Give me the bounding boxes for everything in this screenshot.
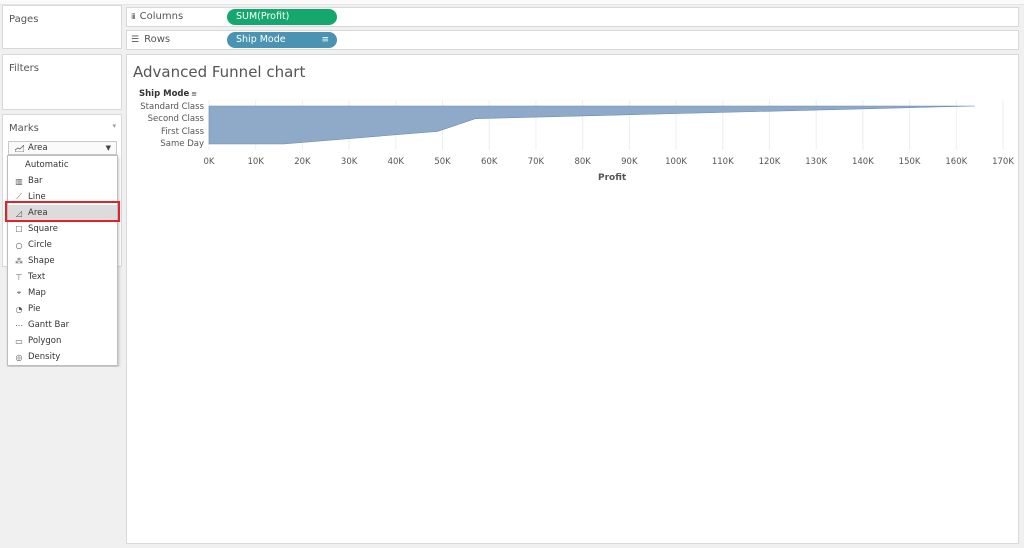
x-axis-title: Profit [598,173,627,183]
funnel-plot [208,100,1004,150]
x-tick-label: 120K [758,157,781,167]
x-tick-label: 170K [992,157,1014,167]
x-tick-label: 30K [340,157,358,167]
x-tick-label: 20K [294,157,311,167]
x-tick-label: 50K [434,157,451,167]
x-tick-label: 110K [711,157,734,167]
x-tick-label: 40K [387,157,405,167]
x-tick-label: 140K [851,157,874,167]
x-tick-label: 10K [247,157,264,167]
x-tick-label: 100K [665,157,687,167]
x-tick-label: 150K [898,157,921,167]
x-tick-label: 90K [621,157,638,167]
x-tick-label: 60K [481,157,498,167]
x-tick-label: 70K [527,157,545,167]
x-tick-label: 160K [945,157,968,167]
funnel-area[interactable] [208,105,975,145]
x-tick-label: 0K [203,157,215,167]
x-tick-label: 80K [574,157,591,167]
x-tick-label: 130K [805,157,828,167]
